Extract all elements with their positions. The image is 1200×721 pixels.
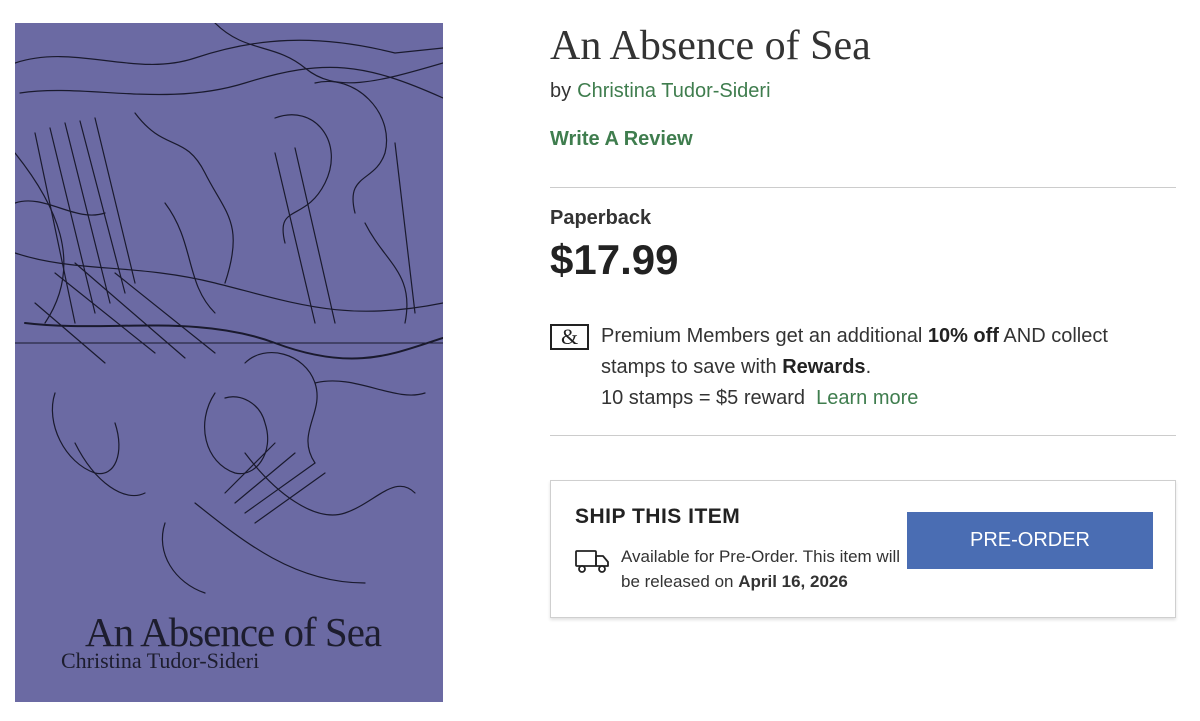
ship-this-item-panel: SHIP THIS ITEM Available for Pre-Order. …	[550, 480, 1176, 618]
divider	[550, 435, 1176, 436]
promo-rewards: Rewards	[782, 356, 866, 378]
stamps-text: 10 stamps = $5 reward	[601, 387, 805, 409]
truck-icon	[575, 550, 609, 573]
cover-author: Christina Tudor-Sideri	[61, 648, 260, 673]
price: $17.99	[550, 236, 679, 283]
write-review-link[interactable]: Write A Review	[550, 128, 693, 151]
learn-more-link[interactable]: Learn more	[816, 387, 918, 409]
membership-promo: Premium Members get an additional 10% of…	[601, 321, 1161, 414]
ship-heading: SHIP THIS ITEM	[575, 505, 741, 528]
release-date: April 16, 2026	[738, 572, 848, 591]
byline: by Christina Tudor-Sideri	[550, 80, 771, 103]
product-title: An Absence of Sea	[550, 23, 871, 69]
divider	[550, 187, 1176, 188]
format-label: Paperback	[550, 207, 652, 229]
availability-text: Available for Pre-Order. This item will …	[621, 544, 901, 594]
promo-text: Premium Members get an additional	[601, 325, 928, 347]
by-label: by	[550, 80, 572, 102]
author-link[interactable]: Christina Tudor-Sideri	[577, 80, 770, 102]
promo-discount: 10% off	[927, 325, 999, 347]
book-cover-image[interactable]: An Absence of Sea Christina Tudor-Sideri	[15, 23, 443, 702]
cover-sketch-illustration	[15, 23, 443, 594]
promo-text: .	[865, 356, 872, 378]
ampersand-icon: &	[550, 324, 589, 350]
pre-order-button[interactable]: PRE-ORDER	[907, 512, 1153, 569]
